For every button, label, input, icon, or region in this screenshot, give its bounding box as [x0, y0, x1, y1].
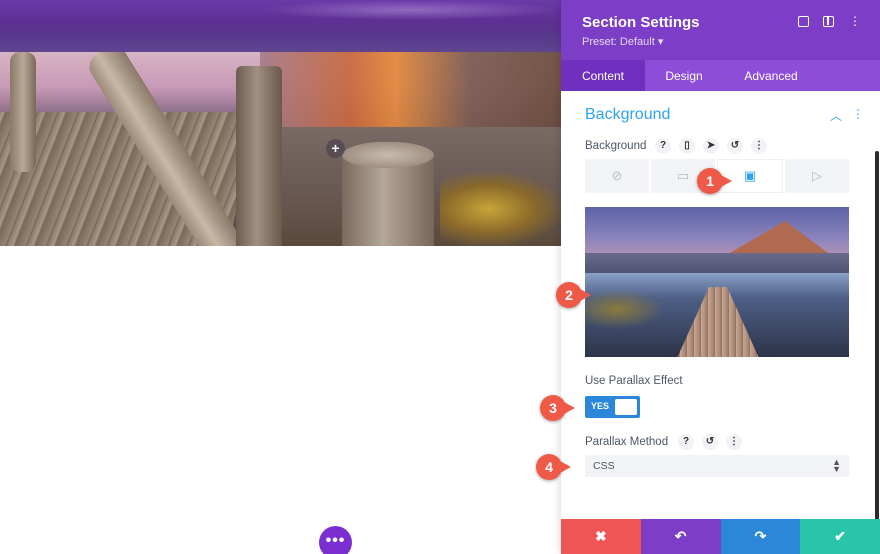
- none-icon[interactable]: ⊘: [585, 159, 649, 193]
- callout-4: 4: [536, 454, 571, 480]
- pointer-icon[interactable]: ➤: [703, 138, 719, 154]
- fullscreen-icon[interactable]: [798, 16, 809, 27]
- parallax-method-select[interactable]: CSS ▲ ▼: [585, 455, 849, 477]
- video-icon[interactable]: ▷: [785, 159, 849, 193]
- select-arrows-icon: ▲ ▼: [832, 457, 841, 474]
- background-image-preview[interactable]: [585, 207, 849, 357]
- background-field-label: Background: [585, 140, 647, 152]
- parallax-method-label: Parallax Method: [585, 436, 669, 448]
- discard-button[interactable]: ✖: [561, 519, 641, 554]
- page-settings-button[interactable]: •••: [319, 526, 352, 554]
- reset-icon[interactable]: ↺: [727, 138, 743, 154]
- panel-scrollbar[interactable]: [875, 151, 879, 531]
- more-icon[interactable]: ⋮: [751, 138, 767, 154]
- phone-icon[interactable]: ▯: [679, 138, 695, 154]
- section-more-icon[interactable]: ⋮: [852, 107, 864, 124]
- background-section-heading[interactable]: Background: [585, 106, 670, 124]
- section-background-top: [0, 0, 561, 52]
- toggle-value: YES: [591, 401, 610, 411]
- settings-panel: Section Settings Preset: Default ▾ ⋮ Con…: [561, 0, 880, 554]
- parallax-method-value: CSS: [593, 460, 615, 472]
- parallax-toggle[interactable]: YES: [585, 396, 640, 418]
- toggle-knob: [615, 399, 637, 415]
- page: + ••• Section Settings Preset: Default ▾…: [0, 0, 880, 554]
- parallax-label: Use Parallax Effect: [585, 375, 683, 387]
- callout-3: 3: [540, 395, 575, 421]
- chevron-up-icon[interactable]: ︿: [830, 107, 842, 124]
- preset-dropdown[interactable]: Preset: Default ▾: [582, 35, 880, 48]
- callout-2: 2: [556, 282, 591, 308]
- hero-image-section[interactable]: +: [0, 52, 561, 246]
- more-vertical-icon[interactable]: ⋮: [848, 14, 862, 28]
- method-reset-icon[interactable]: ↺: [702, 434, 718, 450]
- help-icon[interactable]: ?: [655, 138, 671, 154]
- panel-footer: ✖ ↶ ↷ ✔: [561, 519, 880, 554]
- tab-content[interactable]: Content: [561, 60, 645, 91]
- split-view-icon[interactable]: [823, 16, 834, 27]
- tab-advanced[interactable]: Advanced: [723, 60, 819, 91]
- undo-button[interactable]: ↶: [640, 519, 721, 554]
- add-row-button[interactable]: +: [326, 139, 345, 158]
- tab-design[interactable]: Design: [645, 60, 723, 91]
- panel-body: Background ︿ ⋮ Background ? ▯ ➤ ↺ ⋮ ⊘ ▭ …: [561, 91, 880, 531]
- settings-tabs: Content Design Advanced: [561, 60, 880, 91]
- method-help-icon[interactable]: ?: [678, 434, 694, 450]
- panel-header: Section Settings Preset: Default ▾ ⋮: [561, 0, 880, 60]
- method-more-icon[interactable]: ⋮: [726, 434, 742, 450]
- save-button[interactable]: ✔: [800, 519, 880, 554]
- callout-1: 1: [697, 168, 732, 194]
- redo-button[interactable]: ↷: [720, 519, 801, 554]
